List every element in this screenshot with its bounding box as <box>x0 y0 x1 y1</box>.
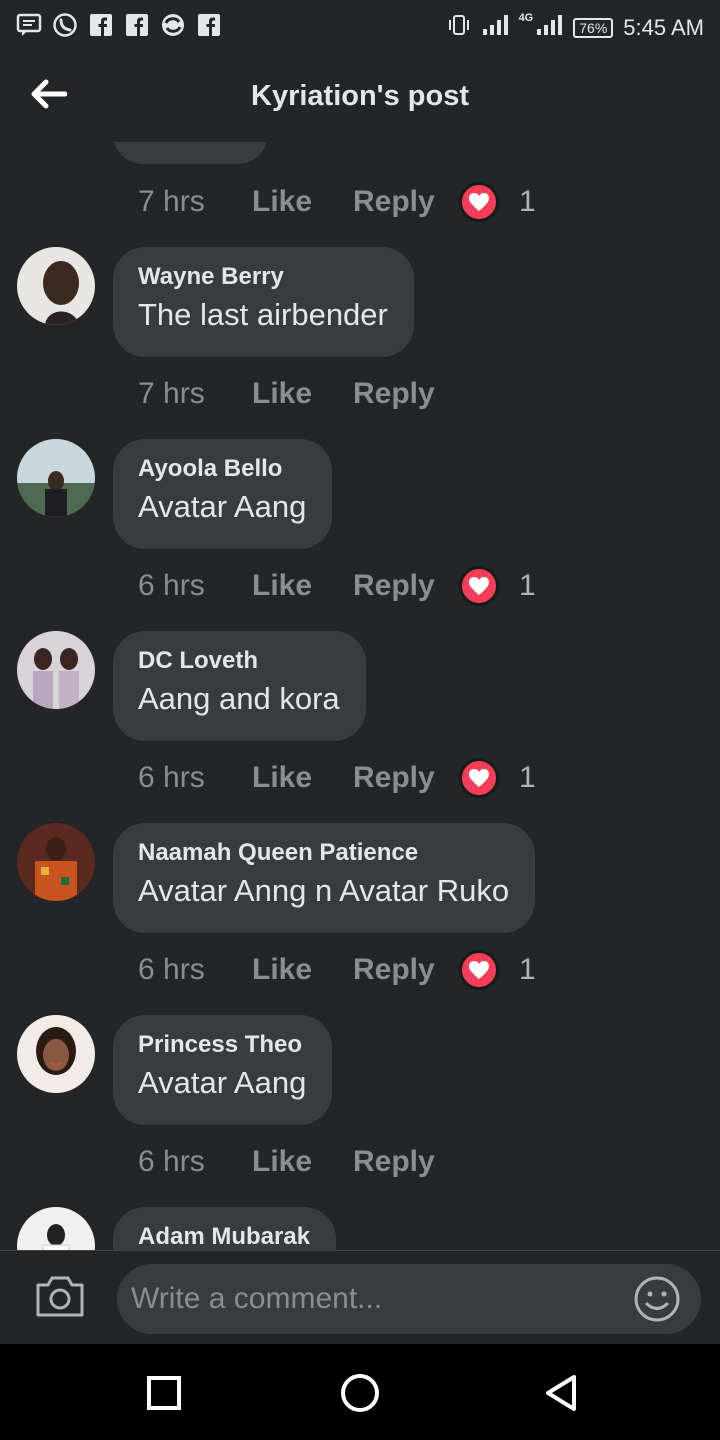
camera-icon <box>34 1276 86 1323</box>
like-button[interactable]: Like <box>252 761 353 795</box>
like-button[interactable]: Like <box>252 1145 353 1179</box>
like-button[interactable]: Like <box>252 569 353 603</box>
comment-timestamp: 6 hrs <box>138 1145 205 1178</box>
heart-icon <box>459 950 499 990</box>
circle-icon <box>339 1372 381 1419</box>
comment-timestamp: 6 hrs <box>138 761 205 794</box>
comment-item: Ayoola Bello Avatar Aang <box>0 439 720 551</box>
reply-button[interactable]: Reply <box>353 569 459 603</box>
reply-button[interactable]: Reply <box>353 1145 459 1179</box>
facebook-icon <box>124 12 150 38</box>
comment-list[interactable]: 7 hrs Like Reply 1 Wayne Berry The last … <box>0 142 720 1250</box>
avatar[interactable] <box>17 823 95 901</box>
triangle-icon <box>542 1373 578 1418</box>
comment-bubble-partial <box>113 142 268 164</box>
square-icon <box>146 1375 182 1416</box>
comment-bubble[interactable]: Naamah Queen Patience Avatar Anng n Avat… <box>113 823 536 933</box>
comment-meta: 6 hrs Like Reply 1 <box>138 566 536 606</box>
home-button[interactable] <box>335 1370 385 1420</box>
reaction-count: 1 <box>519 185 536 218</box>
avatar[interactable] <box>17 247 95 325</box>
comment-author[interactable]: Adam Mubarak <box>138 1223 310 1250</box>
comment-meta: 6 hrs Like Reply 1 <box>138 950 536 990</box>
recent-apps-button[interactable] <box>139 1370 189 1420</box>
network-type-label: 4G <box>518 12 534 24</box>
signal-4g-icon <box>535 14 563 41</box>
comment-timestamp: 7 hrs <box>138 377 205 410</box>
clock: 5:45 AM <box>623 14 704 40</box>
comment-item: DC Loveth Aang and kora <box>0 631 720 743</box>
whatsapp-icon <box>52 12 78 38</box>
heart-icon <box>459 182 499 222</box>
comment-meta: 7 hrs Like Reply 1 <box>138 182 536 222</box>
comment-text: Avatar Aang <box>138 1065 307 1100</box>
reply-button[interactable]: Reply <box>353 377 459 411</box>
reply-button[interactable]: Reply <box>353 953 459 987</box>
comment-timestamp: 7 hrs <box>138 185 205 218</box>
comment-bubble[interactable]: Adam Mubarak <box>113 1207 337 1250</box>
comment-author[interactable]: Princess Theo <box>138 1031 306 1059</box>
message-icon <box>16 12 42 38</box>
comment-bubble[interactable]: Princess Theo Avatar Aang <box>113 1015 333 1125</box>
emoji-icon <box>634 1276 680 1322</box>
avatar[interactable] <box>17 1207 95 1250</box>
comment-author[interactable]: Wayne Berry <box>138 263 388 291</box>
system-back-button[interactable] <box>535 1370 585 1420</box>
notification-icons <box>16 12 222 38</box>
emoji-button[interactable] <box>633 1275 681 1323</box>
like-button[interactable]: Like <box>252 377 353 411</box>
comment-item: Naamah Queen Patience Avatar Anng n Avat… <box>0 823 720 935</box>
sync-icon <box>160 12 186 38</box>
avatar[interactable] <box>17 1015 95 1093</box>
comment-text: Avatar Aang <box>138 489 307 524</box>
like-button[interactable]: Like <box>252 185 353 219</box>
battery-indicator: 76% <box>573 17 614 38</box>
comment-author[interactable]: DC Loveth <box>138 647 340 675</box>
comment-input[interactable]: Write a comment... <box>117 1264 701 1334</box>
signal-icon <box>481 14 509 41</box>
like-button[interactable]: Like <box>252 953 353 987</box>
comment-text: Avatar Anng n Avatar Ruko <box>138 873 510 908</box>
avatar[interactable] <box>17 631 95 709</box>
comment-bubble[interactable]: DC Loveth Aang and kora <box>113 631 366 741</box>
system-nav-bar <box>0 1344 720 1440</box>
vibrate-icon <box>447 12 471 43</box>
comment-author[interactable]: Naamah Queen Patience <box>138 839 509 867</box>
reaction-summary[interactable]: 1 <box>459 950 536 990</box>
reaction-summary[interactable]: 1 <box>459 566 536 606</box>
comment-text: Aang and kora <box>138 681 340 716</box>
status-indicators: 4G 76% 5:45 AM <box>447 12 704 43</box>
reaction-summary[interactable]: 1 <box>459 182 536 222</box>
facebook-icon <box>88 12 114 38</box>
status-bar: 4G 76% 5:45 AM <box>0 0 720 54</box>
comment-meta: 6 hrs Like Reply <box>138 1142 459 1182</box>
camera-button[interactable] <box>34 1273 90 1323</box>
reply-button[interactable]: Reply <box>353 185 459 219</box>
reaction-count: 1 <box>519 953 536 986</box>
page-title: Kyriation's post <box>251 80 469 112</box>
comment-bubble[interactable]: Wayne Berry The last airbender <box>113 247 414 357</box>
reply-button[interactable]: Reply <box>353 761 459 795</box>
comment-placeholder: Write a comment... <box>131 1282 383 1315</box>
comment-author[interactable]: Ayoola Bello <box>138 455 306 483</box>
comment-bubble[interactable]: Ayoola Bello Avatar Aang <box>113 439 333 549</box>
comment-item: Wayne Berry The last airbender <box>0 247 720 359</box>
heart-icon <box>459 566 499 606</box>
comment-meta: 6 hrs Like Reply 1 <box>138 758 536 798</box>
reaction-count: 1 <box>519 569 536 602</box>
comment-timestamp: 6 hrs <box>138 569 205 602</box>
avatar[interactable] <box>17 439 95 517</box>
comment-item: Princess Theo Avatar Aang <box>0 1015 720 1127</box>
post-header: Kyriation's post <box>0 54 720 142</box>
comment-meta: 7 hrs Like Reply <box>138 374 459 414</box>
reaction-summary[interactable]: 1 <box>459 758 536 798</box>
facebook-icon <box>196 12 222 38</box>
comment-item: Adam Mubarak <box>0 1207 720 1250</box>
comment-composer: Write a comment... <box>0 1250 720 1344</box>
comment-text: The last airbender <box>138 297 388 332</box>
comment-timestamp: 6 hrs <box>138 953 205 986</box>
heart-icon <box>459 758 499 798</box>
reaction-count: 1 <box>519 761 536 794</box>
